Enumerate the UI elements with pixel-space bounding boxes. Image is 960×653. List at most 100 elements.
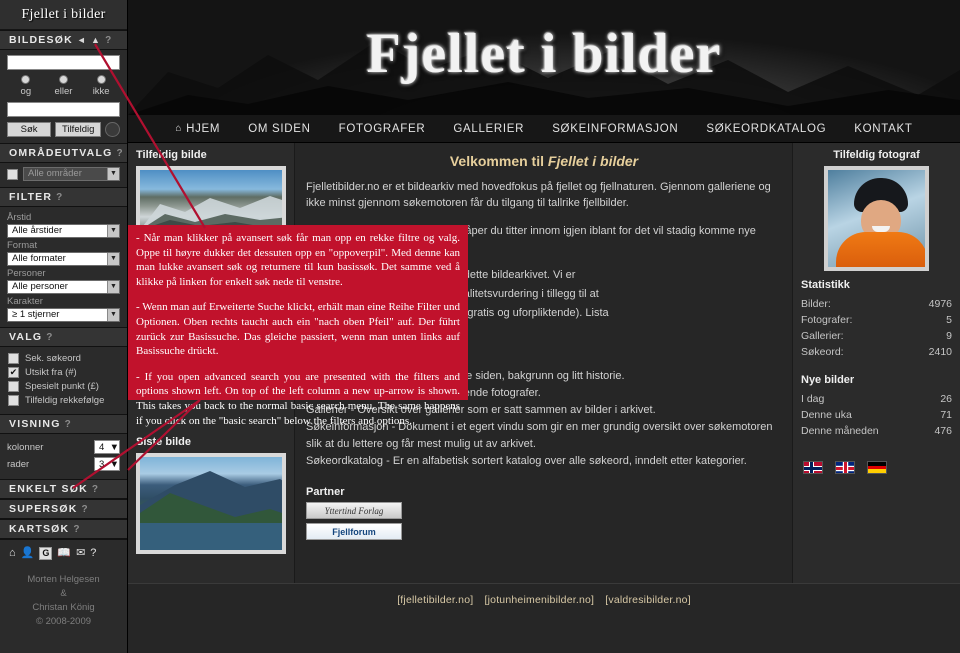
section-header-valg[interactable]: VALG ?: [0, 327, 127, 347]
radio-option-og[interactable]: og: [7, 75, 44, 97]
link-row-sokeordkatalog[interactable]: Søkeordkatalog - Er en alfabetisk sorter…: [306, 453, 782, 470]
visning-label: VISNING: [9, 418, 61, 430]
chevron-down-icon[interactable]: ▼: [107, 225, 119, 237]
section-header-bildesok[interactable]: BILDESØK ◄ ▲ ?: [0, 30, 127, 50]
section-header-omradeutvalg[interactable]: OMRÅDEUTVALG ?: [0, 143, 127, 163]
credit-line-4: © 2008-2009: [35, 616, 92, 627]
footer-links: [fjelletibilder.no] [jotunheimenibilder.…: [128, 594, 960, 606]
random-image-thumbnail[interactable]: [136, 166, 286, 234]
latest-image-title: Siste bilde: [136, 436, 192, 448]
section-header-filter[interactable]: FILTER ?: [0, 187, 127, 207]
google-icon[interactable]: G: [39, 547, 53, 560]
enkelt-sok-label: ENKELT SØK: [9, 483, 88, 495]
up-arrow-icon[interactable]: ▲: [91, 35, 101, 45]
radio-icon-eller[interactable]: [58, 75, 68, 84]
new-label-denne-uka: Denne uka: [801, 409, 852, 421]
reset-circle-icon[interactable]: [105, 122, 121, 137]
chevron-down-icon[interactable]: ▼: [110, 442, 119, 453]
nav-item-sokeordkatalog[interactable]: SØKEORDKATALOG: [706, 123, 826, 135]
language-flags: [801, 461, 952, 474]
valg-option-tilfeldig-rekkefolge[interactable]: Tilfeldig rekkefølge: [8, 395, 120, 406]
nav-item-sokeinformasjon[interactable]: SØKEINFORMASJON: [552, 123, 678, 135]
valg-option-spesielt-punkt[interactable]: Spesielt punkt (£): [8, 381, 120, 392]
envelope-icon[interactable]: ✉: [76, 548, 85, 559]
home-icon[interactable]: ⌂: [9, 548, 16, 559]
latest-image-photo: [140, 457, 282, 550]
nav-item-om-siden[interactable]: OM SIDEN: [248, 123, 310, 135]
radio-option-ikke[interactable]: ikke: [83, 75, 120, 97]
partner-logo-yttertind[interactable]: Yttertind Forlag: [306, 502, 402, 519]
photographer-avatar[interactable]: [824, 166, 929, 271]
nav-item-hjem[interactable]: ⌂ HJEM: [175, 123, 220, 135]
chevron-down-icon[interactable]: ▼: [107, 253, 119, 265]
chevron-down-icon[interactable]: ▼: [107, 168, 119, 180]
stat-label-gallerier: Gallerier:: [801, 330, 844, 342]
person-pin-icon[interactable]: 👤: [21, 548, 35, 559]
filter-select-personer[interactable]: Alle personer ▼: [7, 280, 120, 294]
chevron-down-icon[interactable]: ▼: [107, 281, 119, 293]
nav-item-kontakt[interactable]: KONTAKT: [854, 123, 912, 135]
valg-option-sek-sokeord[interactable]: Sek. søkeord: [8, 353, 120, 364]
visning-select-kolonner[interactable]: 4 ▼: [94, 440, 120, 454]
checkbox-tilfeldig-rekkefolge[interactable]: [8, 395, 19, 406]
site-logo[interactable]: Fjellet i bilder: [0, 0, 127, 30]
search-input-2[interactable]: [7, 102, 120, 117]
random-button[interactable]: Tilfeldig: [55, 122, 102, 137]
new-row-idag: I dag 26: [801, 391, 952, 407]
left-arrow-icon[interactable]: ◄: [77, 35, 87, 45]
radio-icon-ikke[interactable]: [96, 75, 106, 84]
flag-uk-icon[interactable]: [835, 461, 855, 474]
valg-option-utsikt-fra[interactable]: ✔ Utsikt fra (#): [8, 367, 120, 378]
chevron-down-icon[interactable]: ▼: [107, 309, 119, 321]
chevron-down-icon[interactable]: ▼: [110, 459, 119, 470]
photographer-heading: Tilfeldig fotograf: [833, 149, 920, 161]
checkbox-utsikt-fra[interactable]: ✔: [8, 367, 19, 378]
area-select[interactable]: Alle områder ▼: [23, 167, 120, 181]
question-icon[interactable]: ?: [90, 548, 96, 559]
filter-select-format[interactable]: Alle formater ▼: [7, 252, 120, 266]
new-label-idag: I dag: [801, 393, 825, 405]
flag-germany-icon[interactable]: [867, 461, 887, 474]
partner-logo-fjellforum[interactable]: Fjellforum: [306, 523, 402, 540]
section-header-enkelt-sok[interactable]: ENKELT SØK ?: [0, 479, 127, 499]
footer-link-valdresibilder[interactable]: [valdresibilder.no]: [605, 594, 691, 606]
new-value-denne-uka: 71: [940, 409, 952, 421]
welcome-italic: Fjellet i bilder: [547, 153, 639, 169]
help-icon-supersok[interactable]: ?: [82, 504, 89, 515]
nav-item-gallerier[interactable]: GALLERIER: [453, 123, 524, 135]
filter-pane: Årstid Alle årstider ▼ Format Alle forma…: [0, 207, 127, 327]
search-input-1[interactable]: [7, 55, 120, 70]
help-icon-visning[interactable]: ?: [65, 419, 72, 430]
annotation-text-en: - If you open advanced search you are pr…: [136, 370, 460, 427]
section-header-kartsok[interactable]: KARTSØK ?: [0, 519, 127, 539]
book-icon[interactable]: 📖: [57, 548, 71, 559]
filter-select-arstid[interactable]: Alle årstider ▼: [7, 224, 120, 238]
sidebar-icon-bar: ⌂ 👤 G 📖 ✉ ?: [0, 539, 127, 567]
help-icon-filter[interactable]: ?: [56, 192, 63, 203]
area-checkbox[interactable]: [7, 168, 18, 180]
search-button[interactable]: Søk: [7, 122, 52, 137]
flag-norway-icon[interactable]: [803, 461, 823, 474]
radio-icon-og[interactable]: [21, 75, 31, 84]
latest-image-thumbnail[interactable]: [136, 453, 286, 554]
filter-select-karakter[interactable]: ≥ 1 stjerner ▼: [7, 308, 120, 322]
checkbox-spesielt-punkt[interactable]: [8, 381, 19, 392]
help-icon-enkelt-sok[interactable]: ?: [92, 484, 99, 495]
footer-link-fjelletibilder[interactable]: [fjelletibilder.no]: [397, 594, 473, 606]
valg-label-sek-sokeord: Sek. søkeord: [25, 353, 81, 364]
section-header-supersok[interactable]: SUPERSØK ?: [0, 499, 127, 519]
stat-value-bilder: 4976: [928, 298, 952, 310]
partner-heading: Partner: [306, 486, 345, 498]
section-header-visning[interactable]: VISNING ?: [0, 414, 127, 434]
help-icon-bildesok[interactable]: ?: [105, 35, 112, 46]
footer-link-jotunheimenibilder[interactable]: [jotunheimenibilder.no]: [485, 594, 595, 606]
filter-value-karakter: ≥ 1 stjerner: [12, 309, 60, 320]
help-icon-omradeutvalg[interactable]: ?: [116, 148, 123, 159]
help-icon-kartsok[interactable]: ?: [73, 524, 80, 535]
nav-item-fotografer[interactable]: FOTOGRAFER: [339, 123, 426, 135]
checkbox-sek-sokeord[interactable]: [8, 353, 19, 364]
help-icon-valg[interactable]: ?: [46, 332, 53, 343]
visning-select-rader[interactable]: 3 ▼: [94, 457, 120, 471]
radio-option-eller[interactable]: eller: [45, 75, 82, 97]
content-right-column: Tilfeldig fotograf Statistikk Bilder: 49…: [792, 143, 960, 583]
